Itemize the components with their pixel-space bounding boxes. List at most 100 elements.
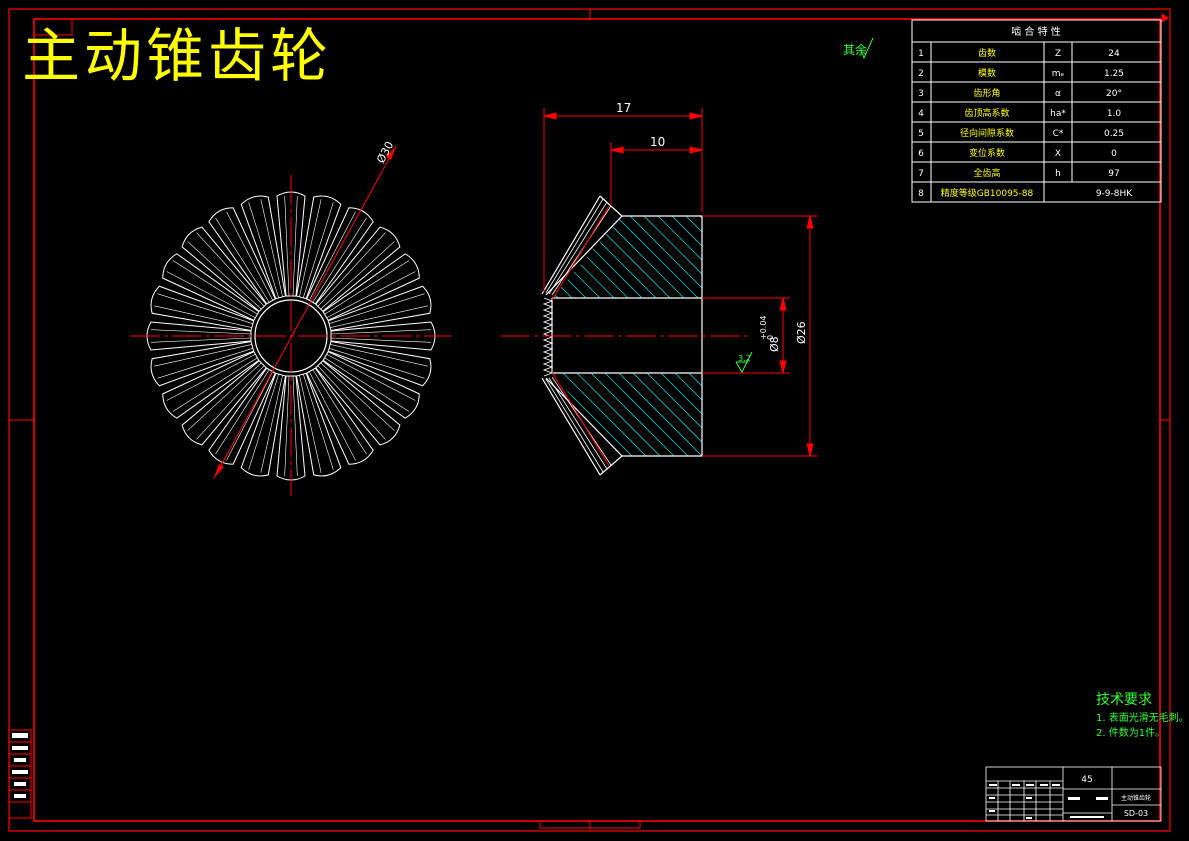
- tooth-edge-line: [292, 195, 298, 297]
- tooth-edge-line: [330, 337, 432, 343]
- tooth-edge-line: [292, 375, 298, 477]
- hatch-line: [552, 216, 555, 298]
- tooth-edge-line: [320, 241, 395, 310]
- param-cell-sym: X: [1055, 149, 1061, 159]
- tooth-edge-line: [330, 305, 428, 328]
- spline-serration: [542, 297, 554, 377]
- hatch-line: [240, 190, 540, 490]
- tooth-edge-line: [150, 337, 252, 343]
- technical-requirements: 技术要求 1. 表面光滑无毛刺。 2. 件数为1件。: [1096, 692, 1189, 739]
- param-cell-no: 8: [918, 189, 924, 199]
- hatch-line: [800, 190, 1100, 490]
- hatch-line: [701, 373, 702, 456]
- tech-req-item-2: 2. 件数为1件。: [1096, 726, 1165, 739]
- hatch-line: [552, 216, 702, 298]
- hatch-line: [744, 190, 1044, 490]
- tooth-edge-line: [150, 329, 252, 335]
- dim-hub-length: 10: [650, 135, 665, 149]
- tooth-edge-line: [330, 344, 428, 367]
- param-cell-no: 3: [918, 89, 924, 99]
- drawing-canvas: 主动锥齿轮 其余 Ø30 17 10 Ø26 Ø8 +0.04 0 3.2 啮 …: [8, 8, 1189, 832]
- param-cell-name: 变位系数: [969, 147, 1005, 159]
- title-block-material: 45: [1081, 775, 1092, 785]
- gear-tooth: [181, 226, 267, 312]
- param-cell-name: 齿顶高系数: [964, 107, 1009, 119]
- param-cell-val: 97: [1108, 169, 1119, 179]
- gear-tooth: [181, 360, 267, 446]
- dim-outer-diameter: Ø26: [795, 321, 808, 344]
- title-block-part-name: 主动锥齿轮: [1121, 794, 1151, 802]
- hatch-line: [772, 190, 1072, 490]
- param-cell-name: 全齿高: [973, 167, 1000, 179]
- param-cell-val: 1.25: [1104, 69, 1124, 79]
- hatch-line: [552, 373, 702, 456]
- title-block-drawing-no: SD-03: [1124, 809, 1148, 818]
- hatch-line: [552, 216, 597, 298]
- param-table-header: 啮 合 特 性: [1011, 25, 1061, 38]
- tooth-edge-line: [299, 199, 322, 297]
- side-margin-table: [8, 729, 32, 819]
- hatch-line: [786, 190, 1086, 490]
- param-cell-name: 齿形角: [973, 87, 1000, 99]
- param-cell-no: 1: [918, 49, 924, 59]
- param-cell-no: 7: [918, 169, 924, 179]
- tooth-edge-line: [284, 375, 290, 477]
- param-cell-name: 精度等级GB10095-88: [941, 187, 1034, 199]
- param-cell-sym: h: [1055, 169, 1061, 179]
- roughness-other-note: 其余: [843, 37, 874, 60]
- gear-tooth: [315, 360, 401, 446]
- tooth-edge-line: [187, 241, 262, 310]
- parameter-table: 啮 合 特 性 1 齿数 Z 24 2 模数 mₑ 1.25 3 齿形角 α 20° 4 齿顶高系数 ha*…: [911, 19, 1162, 203]
- title-block: 45 主动锥齿轮 SD-03: [985, 766, 1162, 822]
- tooth-edge-line: [154, 344, 252, 367]
- hatch-line: [552, 216, 702, 298]
- tooth-edge-line: [196, 232, 265, 307]
- hatch-line: [828, 190, 1128, 490]
- hatch-line: [701, 216, 702, 298]
- param-cell-no: 5: [918, 129, 924, 139]
- hatch-line: [552, 373, 702, 456]
- param-cell-val: 0: [1111, 149, 1117, 159]
- param-cell-sym: mₑ: [1052, 69, 1065, 79]
- hatch-line: [552, 216, 702, 298]
- hatch-line: [687, 373, 702, 456]
- tooth-edge-line: [196, 365, 265, 440]
- hatch-line: [552, 216, 702, 298]
- dim-total-length: 17: [616, 101, 631, 115]
- hatch-line: [673, 373, 702, 456]
- tooth-edge-line: [299, 375, 322, 473]
- tooth-edge-line: [320, 362, 395, 431]
- param-cell-sym: C*: [1053, 129, 1064, 139]
- tooth-edge-line: [317, 365, 386, 440]
- drawing-title: 主动锥齿轮: [22, 22, 332, 90]
- hatch-line: [552, 373, 702, 456]
- tooth-edge-line: [187, 362, 262, 431]
- dim-bore-tol-lower: 0: [766, 335, 775, 340]
- param-cell-val: 9-9-8HK: [1096, 189, 1133, 199]
- hatch-line: [814, 190, 1114, 490]
- roughness-symbol: 3.2: [735, 351, 753, 374]
- param-cell-no: 4: [918, 109, 924, 119]
- roughness-value: 3.2: [738, 354, 751, 363]
- hatch-line: [673, 216, 702, 298]
- hatch-line: [786, 190, 1086, 490]
- hatch-line: [552, 373, 702, 456]
- hatch-line: [772, 190, 1072, 490]
- param-cell-sym: Z: [1055, 49, 1061, 59]
- tooth-edge-line: [260, 199, 283, 297]
- tooth-edge-line: [284, 195, 290, 297]
- hatch-line: [828, 190, 1128, 490]
- hatch-line: [744, 190, 1044, 490]
- hatch-line: [687, 216, 702, 298]
- param-cell-sym: ha*: [1050, 109, 1066, 119]
- hatch-line: [552, 216, 702, 298]
- param-cell-val: 1.0: [1107, 109, 1122, 119]
- param-cell-name: 径向间隙系数: [960, 127, 1014, 139]
- param-cell-val: 24: [1108, 49, 1120, 59]
- hatch-line: [552, 373, 702, 456]
- hatch-line: [552, 373, 555, 456]
- tech-req-title: 技术要求: [1096, 692, 1152, 708]
- roughness-other-text: 其余: [843, 42, 867, 57]
- param-cell-sym: α: [1055, 89, 1061, 99]
- hatch-line: [561, 216, 702, 298]
